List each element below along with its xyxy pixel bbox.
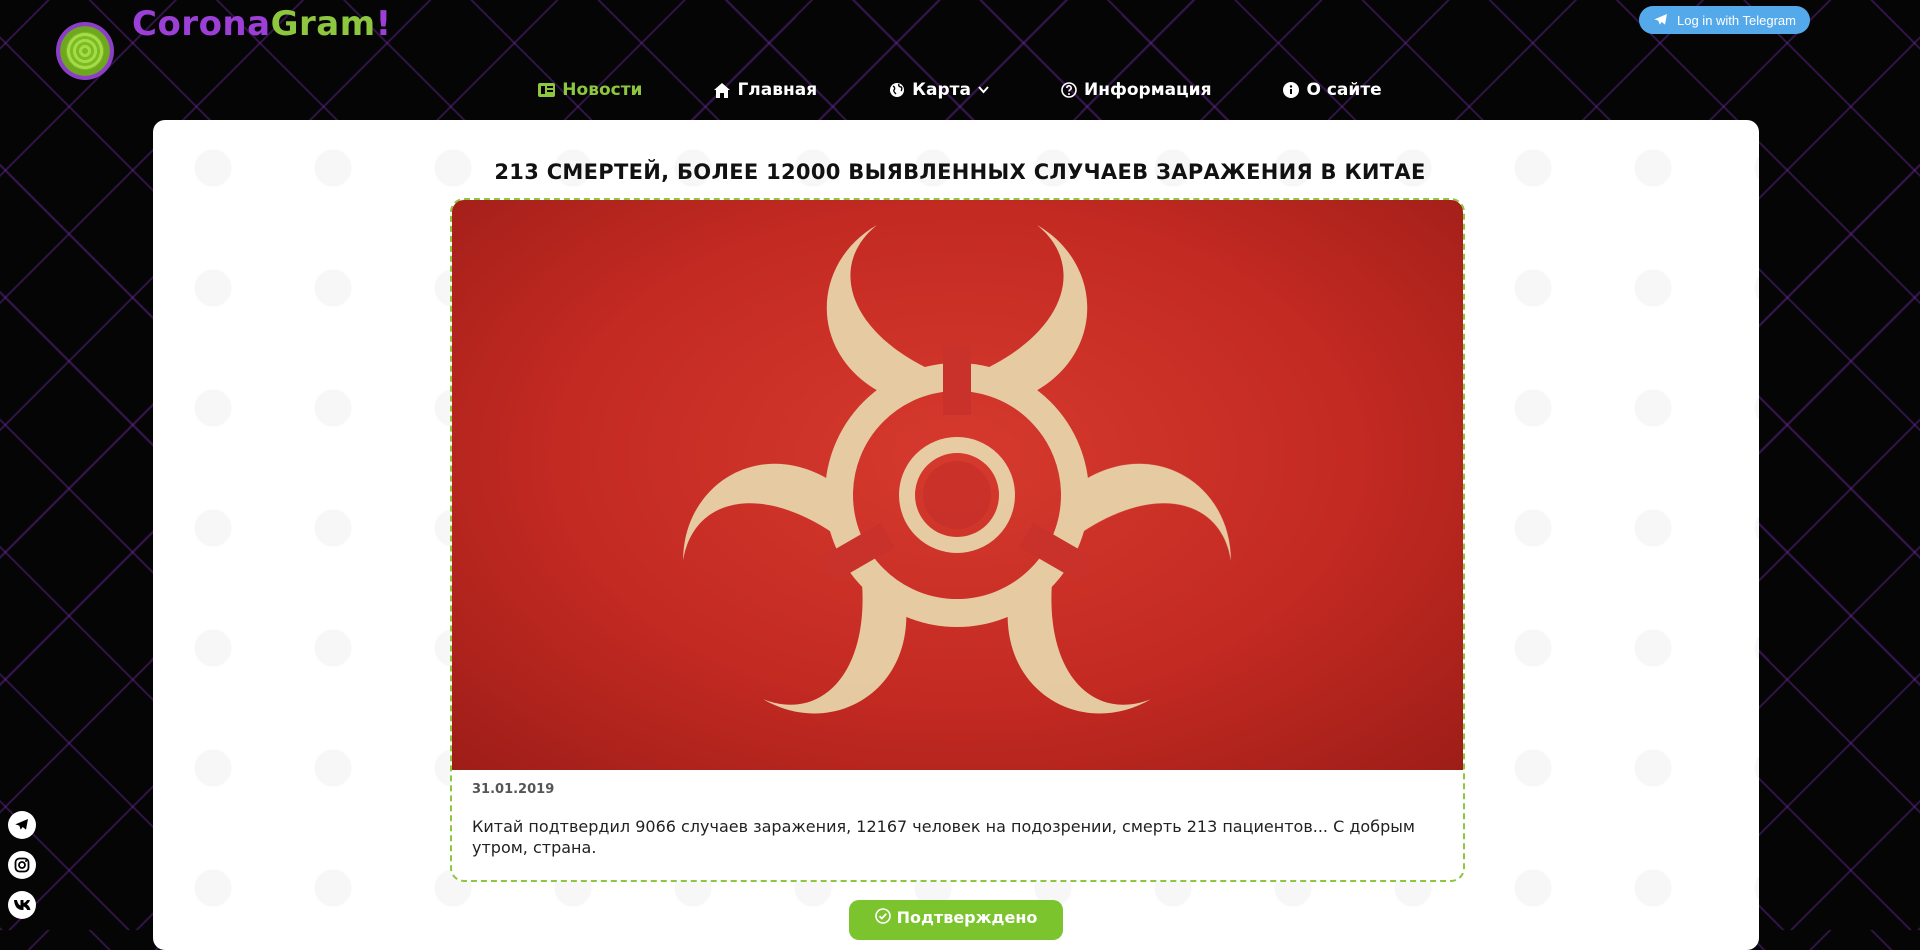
nav-info-label: Информация [1084, 80, 1212, 100]
article-text: Китай подтвердил 9066 случаев заражения,… [472, 817, 1415, 857]
telegram-login-button[interactable]: Log in with Telegram [1639, 6, 1810, 34]
telegram-login-label: Log in with Telegram [1677, 12, 1796, 28]
nav-map-label: Карта [912, 80, 971, 100]
question-icon [1061, 82, 1077, 98]
telegram-icon [1654, 14, 1667, 25]
brand-part-2: Gram [270, 4, 376, 44]
confirmed-label: Подтверждено [896, 908, 1038, 927]
globe-icon [890, 83, 905, 97]
nav-home-label: Главная [737, 80, 818, 100]
confirmed-button[interactable]: Подтверждено [849, 900, 1063, 940]
nav-map[interactable]: Карта [853, 80, 1025, 100]
chevron-down-icon [978, 86, 989, 94]
news-icon [538, 83, 556, 97]
check-circle-icon [874, 908, 891, 924]
nav-news[interactable]: Новости [502, 80, 678, 100]
nav-info[interactable]: Информация [1025, 80, 1247, 100]
nav-about[interactable]: О сайте [1247, 80, 1417, 100]
article-title: 213 смертей, более 12000 выявленных случ… [494, 160, 1426, 184]
vk-icon [14, 900, 31, 910]
brand-name: CoronaGram! [132, 4, 392, 44]
info-icon [1283, 82, 1300, 98]
article-image [452, 200, 1463, 770]
site-logo[interactable]: CoronaGram! [56, 4, 392, 80]
nav-news-label: Новости [562, 80, 643, 100]
brand-part-1: Corona [132, 4, 271, 44]
social-vk-link[interactable] [8, 891, 36, 919]
home-icon [714, 82, 731, 98]
article-card[interactable]: 31.01.2019 Китай подтвердил 9066 случаев… [450, 198, 1465, 882]
brand-part-3: ! [375, 4, 392, 44]
article-date: 31.01.2019 [472, 782, 555, 797]
biohazard-icon [683, 225, 1231, 714]
nav-home[interactable]: Главная [678, 80, 853, 100]
nav-about-label: О сайте [1306, 80, 1382, 100]
instagram-icon [14, 857, 30, 873]
telegram-icon [15, 819, 28, 830]
main-nav: Новости Главная Карта Информация О сайте [0, 80, 1920, 100]
virus-logo-icon [56, 22, 114, 80]
social-instagram-link[interactable] [8, 851, 36, 879]
social-telegram-link[interactable] [8, 811, 36, 839]
